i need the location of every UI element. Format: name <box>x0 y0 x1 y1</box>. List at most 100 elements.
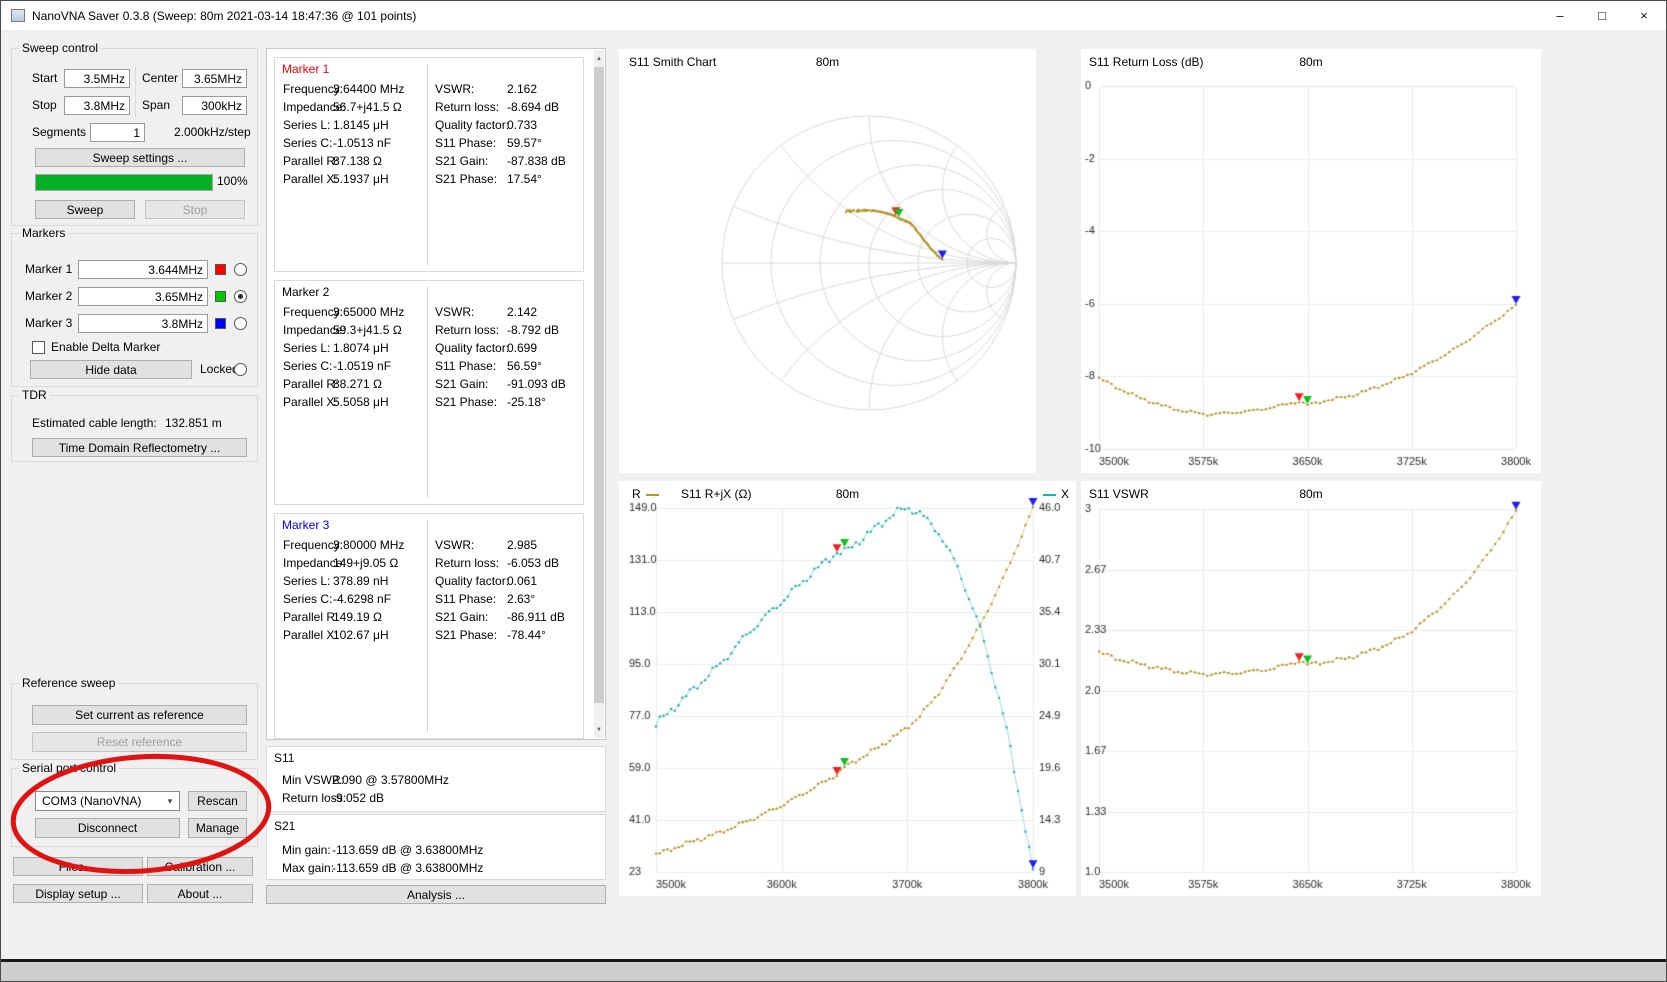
field-row: Max gain: -113.659 dB @ 3.63800MHz <box>282 859 592 877</box>
start-frequency-input[interactable] <box>64 69 130 88</box>
field-value: 2.985 <box>507 538 538 552</box>
field-value: 1.8145 μH <box>333 118 389 132</box>
app-window: NanoVNA Saver 0.3.8 (Sweep: 80m 2021-03-… <box>0 0 1667 982</box>
stop-frequency-input[interactable] <box>64 96 130 115</box>
s11-return-loss-chart[interactable] <box>1081 49 1541 473</box>
marker-2-info-box: Marker 2 Frequency: 3.65000 MHz Impedance:… <box>274 280 584 505</box>
field-label: Parallel X: <box>283 395 338 409</box>
sweep-control-group-title: Sweep control <box>19 42 102 55</box>
marker-3-label: Marker 3 <box>25 316 73 330</box>
disconnect-button[interactable]: Disconnect <box>35 818 180 838</box>
scrollbar[interactable]: ▲ ▼ <box>594 50 604 738</box>
field-row: Quality factor: 0.733 <box>435 116 581 134</box>
reset-reference-button[interactable]: Reset reference <box>32 732 247 752</box>
divider <box>427 520 428 732</box>
scrollbar-down-icon[interactable]: ▼ <box>594 721 604 738</box>
marker-2-info-title: Marker 2 <box>282 285 330 299</box>
marker-2-color-swatch[interactable] <box>215 291 226 302</box>
s21-summary-rows: Min gain: -113.659 dB @ 3.63800MHz Max gai… <box>282 841 592 877</box>
scrollbar-up-icon[interactable]: ▲ <box>594 50 604 67</box>
minimize-button[interactable]: – <box>1539 1 1581 31</box>
s11-smith-chart-panel: S11 Smith Chart 80m <box>619 49 1036 473</box>
manage-button[interactable]: Manage <box>188 818 247 838</box>
field-row: Impedance: 59.3+j41.5 Ω <box>283 321 425 339</box>
locked-radio[interactable] <box>234 363 247 376</box>
locked-label: Locked <box>200 362 239 376</box>
serial-port-control-group-title: Serial port control <box>19 762 120 775</box>
hide-data-button[interactable]: Hide data <box>30 360 192 379</box>
set-current-as-reference-button[interactable]: Set current as reference <box>32 705 247 725</box>
field-value: -113.659 dB @ 3.63800MHz <box>332 861 484 875</box>
about-button[interactable]: About ... <box>147 884 253 903</box>
sweep-button[interactable]: Sweep <box>35 200 135 219</box>
field-label: Parallel X: <box>283 172 338 186</box>
center-frequency-input[interactable] <box>182 69 247 88</box>
field-value: 378.89 nH <box>333 574 389 588</box>
scrollbar-thumb[interactable] <box>594 67 604 703</box>
title-bar[interactable]: NanoVNA Saver 0.3.8 (Sweep: 80m 2021-03-… <box>1 1 1666 31</box>
field-value: -25.18° <box>507 395 546 409</box>
s11-summary-title: S11 <box>274 751 295 765</box>
marker-3-radio[interactable] <box>234 317 247 330</box>
field-row: Series C: -4.6298 nF <box>283 590 425 608</box>
stop-button[interactable]: Stop <box>145 200 245 219</box>
field-label: Parallel R: <box>283 154 339 168</box>
marker-info-scroll-area: Marker 1 Frequency: 3.64400 MHz Impedance:… <box>266 48 606 740</box>
field-label: Return loss: <box>435 556 500 570</box>
field-row: VSWR: 2.985 <box>435 536 581 554</box>
display-setup-button[interactable]: Display setup ... <box>13 884 143 903</box>
s11-vswr-chart[interactable] <box>1081 481 1541 896</box>
marker-1-frequency-input[interactable] <box>78 260 208 279</box>
field-label: Parallel X: <box>283 628 338 642</box>
field-label: Frequency: <box>283 82 344 96</box>
calibration-button[interactable]: Calibration ... <box>147 857 253 876</box>
enable-delta-marker-checkbox[interactable] <box>32 341 45 354</box>
markers-group-title: Markers <box>19 227 69 240</box>
close-button[interactable]: × <box>1623 1 1665 31</box>
time-domain-reflectometry-button[interactable]: Time Domain Reflectometry ... <box>32 438 247 457</box>
segments-input[interactable] <box>90 123 145 142</box>
field-value: 3.65000 MHz <box>333 305 405 319</box>
field-row: Frequency: 3.65000 MHz <box>283 303 425 321</box>
marker-2-frequency-input[interactable] <box>78 287 208 306</box>
analysis-button[interactable]: Analysis ... <box>266 885 606 904</box>
marker-2-radio[interactable] <box>234 290 247 303</box>
s21-summary-box: S21 Min gain: -113.659 dB @ 3.63800MHz Max… <box>266 814 606 880</box>
marker-1-radio[interactable] <box>234 263 247 276</box>
marker-3-frequency-input[interactable] <box>78 314 208 333</box>
field-label: S21 Gain: <box>435 154 489 168</box>
serial-port-select[interactable]: COM3 (NanoVNA) ▾ <box>35 791 180 811</box>
marker-2-label: Marker 2 <box>25 289 73 303</box>
field-value: 1.8074 μH <box>333 341 389 355</box>
field-value: 2.090 @ 3.57800MHz <box>332 773 449 787</box>
sweep-progress-bar <box>35 174 213 191</box>
field-label: Return loss: <box>435 100 500 114</box>
field-value: 2.162 <box>507 82 538 96</box>
r-plus-jx-band-label: 80m <box>835 487 860 501</box>
field-row: S21 Gain: -87.838 dB <box>435 152 581 170</box>
bottom-strip <box>1 962 1666 981</box>
marker-3-fields-right: VSWR: 2.985 Return loss: -6.053 dB Quality f… <box>435 536 581 644</box>
field-row: Quality factor: 0.061 <box>435 572 581 590</box>
enable-delta-marker-label: Enable Delta Marker <box>51 340 161 354</box>
files-button[interactable]: Files ... <box>13 857 143 876</box>
sweep-settings-button[interactable]: Sweep settings ... <box>35 148 245 167</box>
field-label: Return loss: <box>282 791 347 805</box>
marker-1-color-swatch[interactable] <box>215 264 226 275</box>
field-row: Min VSWR: 2.090 @ 3.57800MHz <box>282 771 592 789</box>
s11-r-plus-jx-chart[interactable] <box>619 481 1076 896</box>
rescan-button[interactable]: Rescan <box>188 791 247 811</box>
center-label: Center <box>142 71 179 85</box>
span-input[interactable] <box>182 96 247 115</box>
maximize-button[interactable]: □ <box>1581 1 1623 31</box>
field-label: VSWR: <box>435 82 475 96</box>
s11-smith-chart[interactable] <box>619 49 1036 473</box>
field-value: 59.57° <box>507 136 542 150</box>
marker-3-color-swatch[interactable] <box>215 318 226 329</box>
smith-chart-band-label: 80m <box>815 55 840 69</box>
marker-3-fields-left: Frequency: 3.80000 MHz Impedance: 149+j9.05… <box>283 536 425 644</box>
field-label: Frequency: <box>283 305 344 319</box>
field-label: Max gain: <box>282 861 335 875</box>
cable-length-label: Estimated cable length: <box>32 416 157 430</box>
field-row: VSWR: 2.162 <box>435 80 581 98</box>
